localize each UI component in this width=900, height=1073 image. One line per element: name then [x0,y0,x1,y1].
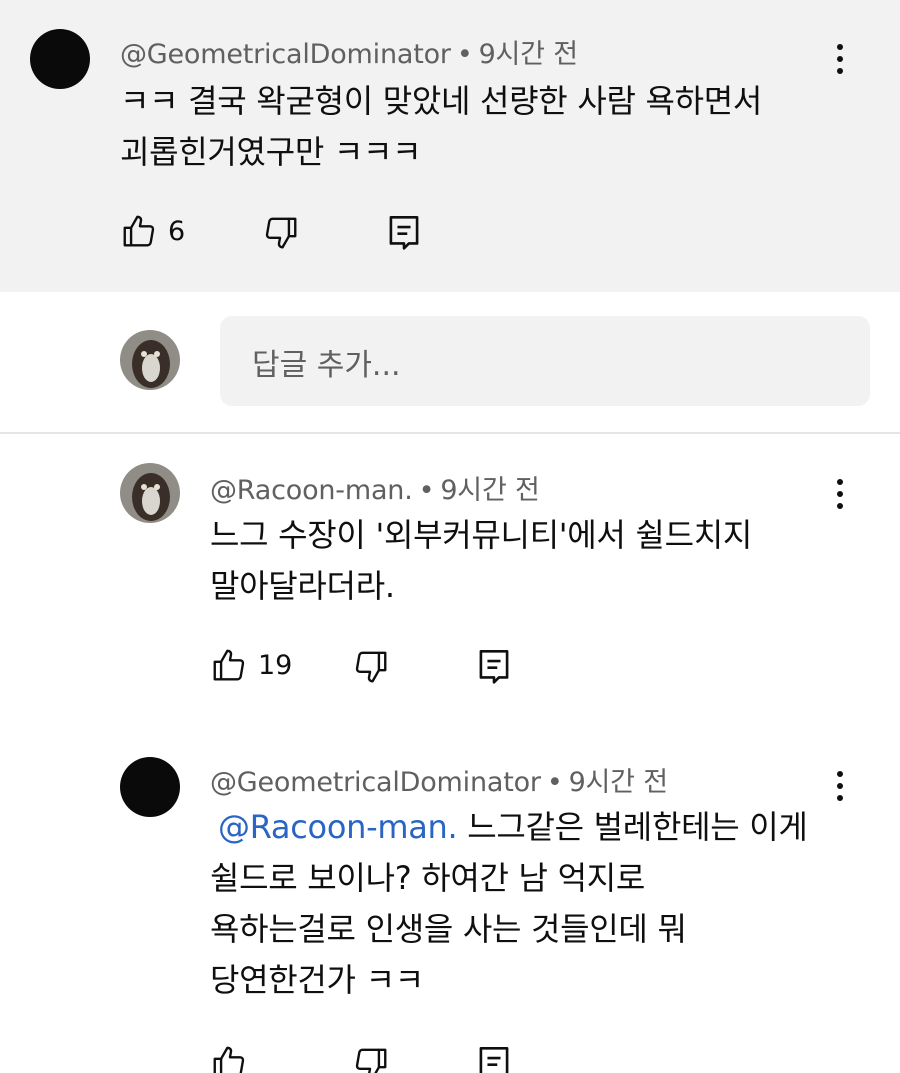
reply-icon [476,1043,512,1073]
more-options-icon[interactable] [830,474,850,514]
like-button[interactable]: 19 [210,646,292,684]
comment-text: ㅋㅋ 결국 왁굳형이 맞았네 선량한 사람 욕하면서 괴롭힌거였구만 ㅋㅋㅋ [120,76,762,178]
dislike-button[interactable] [352,1045,390,1073]
comment-meta: @GeometricalDominator • 9시간 전 [210,760,668,799]
dislike-button[interactable] [352,648,390,686]
comment-line: 당연한건가 ㅋㅋ [210,961,424,999]
comment-line: 쉴드로 보이나? 하여간 남 억지로 [210,859,645,897]
more-options-icon[interactable] [830,766,850,806]
avatar[interactable] [120,757,180,817]
comment-line-text: 느그같은 벌레한테는 이게 [467,808,808,846]
comment-line: 느그 수장이 '외부커뮤니티'에서 쉴드치지 [210,516,752,554]
like-button[interactable] [210,1043,248,1073]
comment-line: 말아달라더라. [210,567,395,605]
like-count: 19 [258,649,293,681]
comment-meta: @GeometricalDominator • 9시간 전 [120,32,578,71]
highlighted-comment: @GeometricalDominator • 9시간 전 ㅋㅋ 결국 왁굳형이 맞… [0,0,900,292]
reply-input[interactable]: 답글 추가... [220,316,870,406]
like-icon [120,212,158,250]
comment-line: 괴롭힌거였구만 ㅋㅋㅋ [120,133,422,171]
like-icon [210,646,248,684]
comment-author[interactable]: @GeometricalDominator [210,767,541,798]
comment-time: 9시간 전 [440,475,540,506]
meta-separator: • [546,767,563,798]
comment-meta: @Racoon-man. • 9시간 전 [210,468,540,507]
comment-line: ㅋㅋ 결국 왁굳형이 맞았네 선량한 사람 욕하면서 [120,82,763,120]
comment-text: 느그 수장이 '외부커뮤니티'에서 쉴드치지 말아달라더라. [210,510,752,612]
comment-line: @Racoon-man. 느그같은 벌레한테는 이게 [210,802,808,853]
comment-author[interactable]: @GeometricalDominator [120,39,451,70]
avatar[interactable] [30,29,90,89]
like-icon [210,1043,248,1073]
divider [0,432,900,434]
dislike-button[interactable] [262,214,300,252]
comment-author[interactable]: @Racoon-man. [210,475,413,506]
reply-icon [386,212,422,252]
reply-button[interactable] [476,1043,512,1073]
reply-button[interactable] [476,646,512,686]
dislike-icon [352,648,390,686]
dislike-icon [262,214,300,252]
user-avatar[interactable] [120,330,180,390]
like-button[interactable]: 6 [120,212,185,250]
comment-text: @Racoon-man. 느그같은 벌레한테는 이게 쉴드로 보이나? 하여간 … [210,802,808,1006]
comment-time: 9시간 전 [478,39,578,70]
mention-link[interactable]: @Racoon-man. [218,808,458,846]
avatar[interactable] [120,463,180,523]
meta-separator: • [456,39,473,70]
reply-icon [476,646,512,686]
reply-button[interactable] [386,212,422,252]
like-count: 6 [168,215,186,247]
dislike-icon [352,1045,390,1073]
comment-line: 욕하는걸로 인생을 사는 것들인데 뭐 [210,910,687,948]
comment-time: 9시간 전 [568,767,668,798]
meta-separator: • [418,475,435,506]
reply-input-placeholder: 답글 추가... [252,348,401,383]
more-options-icon[interactable] [830,39,850,79]
